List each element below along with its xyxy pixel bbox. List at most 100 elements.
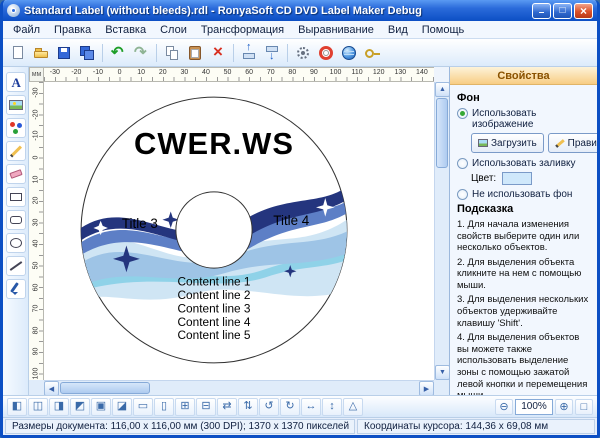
maximize-button[interactable] (553, 2, 572, 19)
minimize-button[interactable] (532, 2, 551, 19)
space-evenly-v-icon[interactable]: ⇅ (238, 397, 258, 416)
scroll-down-icon[interactable]: ▼ (435, 365, 450, 380)
content-line[interactable]: Content line 2 (178, 288, 251, 302)
flip-vertical-icon[interactable]: ↕ (322, 397, 342, 416)
layer-up-button[interactable] (238, 41, 260, 64)
fill-color-swatch[interactable] (502, 172, 533, 185)
copy-button[interactable] (161, 42, 183, 64)
label-title4[interactable]: Title 4 (273, 213, 309, 228)
option-use-image[interactable]: Использовать изображение (457, 108, 590, 130)
save-all-button[interactable] (76, 42, 98, 64)
content-line[interactable]: Content line 4 (178, 315, 251, 329)
ruler-label: 130 (394, 69, 407, 76)
radio-icon[interactable] (457, 108, 468, 119)
menu-insert[interactable]: Вставка (98, 22, 153, 38)
menu-align[interactable]: Выравнивание (291, 22, 381, 38)
text-tool-icon[interactable] (5, 72, 26, 92)
redo-button[interactable] (130, 42, 152, 64)
center-page-icon[interactable]: ⊟ (196, 397, 216, 416)
scroll-thumb[interactable] (436, 98, 448, 168)
rounded-rectangle-tool-icon[interactable] (5, 210, 26, 230)
menu-edit[interactable]: Правка (47, 22, 98, 38)
ruler-label: 70 (32, 304, 40, 313)
undo-icon (109, 43, 127, 62)
zoom-in-icon[interactable] (555, 398, 573, 415)
option-no-background[interactable]: Не использовать фон (457, 189, 590, 200)
new-document-button[interactable] (7, 42, 29, 64)
website-button[interactable] (338, 42, 360, 64)
ruler-label: 70 (266, 69, 275, 76)
settings-button[interactable] (292, 42, 314, 64)
zoom-out-icon[interactable] (495, 398, 513, 415)
load-image-button[interactable]: Загрузить (471, 133, 544, 153)
palette-tool-icon[interactable] (5, 118, 26, 138)
label-main-title[interactable]: CWER.WS (134, 126, 294, 161)
layer-down-button[interactable] (261, 42, 283, 64)
save-button[interactable] (53, 42, 75, 64)
scroll-up-icon[interactable]: ▲ (435, 82, 450, 97)
content-line[interactable]: Content line 3 (178, 301, 251, 315)
label-title3[interactable]: Title 3 (122, 216, 158, 231)
ruler-label: 60 (245, 69, 254, 76)
menu-view[interactable]: Вид (381, 22, 415, 38)
scroll-right-icon[interactable]: ▶ (419, 381, 434, 396)
align-right-icon[interactable]: ◨ (49, 397, 69, 416)
zoom-fit-icon[interactable] (575, 398, 593, 415)
zoom-level[interactable]: 100% (515, 398, 553, 415)
ellipse-tool-icon[interactable] (5, 233, 26, 253)
image-tool-icon[interactable] (5, 95, 26, 115)
option-use-fill[interactable]: Использовать заливку (457, 158, 590, 169)
open-button[interactable] (30, 42, 52, 64)
vertical-scrollbar[interactable]: ▲ ▼ (434, 82, 450, 380)
ruler-label: 0 (117, 69, 122, 76)
flip-horizontal-icon[interactable]: ↔ (301, 397, 321, 416)
content-line[interactable]: Content line 1 (178, 275, 251, 289)
align-top-icon[interactable]: ◩ (70, 397, 90, 416)
menu-file[interactable]: Файл (6, 22, 47, 38)
scroll-track[interactable] (151, 381, 419, 395)
document-size-status: Размеры документа: 116,00 x 116,00 мм (3… (5, 419, 355, 434)
document-canvas[interactable]: CWER.WS Title 3 Title 4 Content line 1 C… (44, 82, 434, 380)
save-icon (55, 44, 73, 62)
align-middle-icon[interactable]: ▣ (91, 397, 111, 416)
license-button[interactable] (361, 42, 383, 64)
pen-tool-icon[interactable] (5, 279, 26, 299)
menu-help[interactable]: Помощь (415, 22, 472, 38)
ruler-label: -10 (92, 69, 104, 76)
undo-button[interactable] (107, 42, 129, 64)
ruler-label: 80 (288, 69, 297, 76)
content-line[interactable]: Content line 5 (178, 328, 251, 342)
close-button[interactable] (574, 2, 593, 19)
menu-layers[interactable]: Слои (153, 22, 194, 38)
pencil-tool-icon[interactable] (5, 141, 26, 161)
same-height-icon[interactable]: ▯ (154, 397, 174, 416)
scroll-thumb[interactable] (60, 382, 150, 394)
same-width-icon[interactable]: ▭ (133, 397, 153, 416)
align-center-h-icon[interactable]: ◫ (28, 397, 48, 416)
horizontal-scrollbar[interactable]: ◀ ▶ (44, 380, 434, 396)
shape-icon[interactable]: △ (343, 397, 363, 416)
toolbar-separator (287, 43, 288, 62)
eraser-tool-icon[interactable] (5, 164, 26, 184)
main-toolbar (3, 39, 597, 67)
ruler-label: 0 (32, 155, 40, 160)
help-button[interactable] (315, 42, 337, 64)
menu-transform[interactable]: Трансформация (194, 22, 291, 38)
radio-icon[interactable] (457, 189, 468, 200)
radio-icon[interactable] (457, 158, 468, 169)
rotate-left-icon[interactable]: ↺ (259, 397, 279, 416)
title-bar[interactable]: Standard Label (without bleeds).rdl - Ro… (3, 0, 597, 21)
edit-image-button[interactable]: Править (547, 133, 597, 153)
align-left-icon[interactable]: ◧ (7, 397, 27, 416)
align-bottom-icon[interactable]: ◪ (112, 397, 132, 416)
space-evenly-h-icon[interactable]: ⇄ (217, 397, 237, 416)
paste-button[interactable] (184, 42, 206, 64)
delete-button[interactable] (207, 42, 229, 64)
line-tool-icon[interactable] (5, 256, 26, 276)
rotate-right-icon[interactable]: ↻ (280, 397, 300, 416)
cursor-coordinates-status: Координаты курсора: 144,36 x 69,08 мм (357, 419, 595, 434)
same-size-icon[interactable]: ⊞ (175, 397, 195, 416)
rectangle-tool-icon[interactable] (5, 187, 26, 207)
scroll-left-icon[interactable]: ◀ (44, 381, 59, 396)
scroll-track[interactable] (435, 169, 449, 365)
